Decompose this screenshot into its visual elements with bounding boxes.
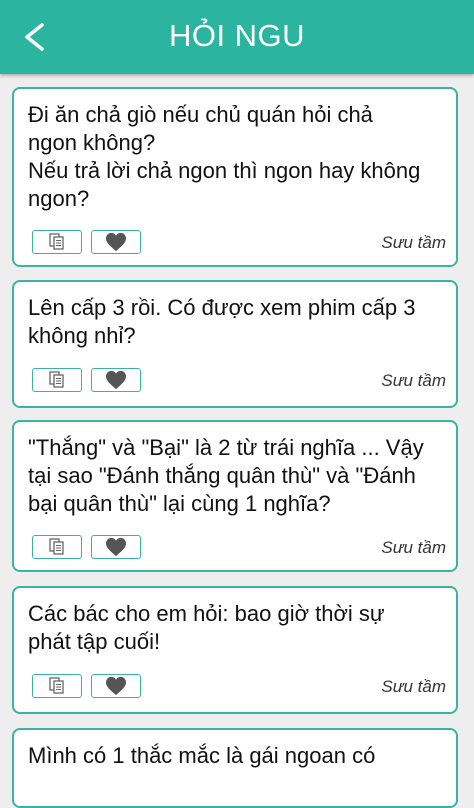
post-card: "Thắng" và "Bại" là 2 từ trái nghĩa ... … <box>12 420 458 572</box>
post-text: Mình có 1 thắc mắc là gái ngoan có <box>28 743 376 768</box>
post-source: Sưu tầm <box>381 233 446 252</box>
post-text: Đi ăn chả giò nếu chủ quán hỏi chả ngon … <box>28 102 421 211</box>
app-bar: HỎI NGU <box>0 0 474 74</box>
post-source: Sưu tầm <box>381 371 446 390</box>
copy-button[interactable] <box>32 230 82 254</box>
like-button[interactable] <box>91 674 141 698</box>
post-card: Các bác cho em hỏi: bao giờ thời sự phát… <box>12 586 458 714</box>
copy-icon <box>49 371 64 388</box>
heart-icon <box>106 676 126 696</box>
copy-icon <box>49 233 64 250</box>
heart-icon <box>106 370 126 390</box>
page-title: HỎI NGU <box>168 18 306 53</box>
heart-icon <box>106 232 126 252</box>
post-source: Sưu tầm <box>381 538 446 557</box>
post-text: Lên cấp 3 rồi. Có được xem phim cấp 3 kh… <box>28 295 416 348</box>
copy-icon <box>49 677 64 694</box>
post-text: "Thắng" và "Bại" là 2 từ trái nghĩa ... … <box>28 435 424 516</box>
copy-button[interactable] <box>32 535 82 559</box>
like-button[interactable] <box>91 368 141 392</box>
copy-icon <box>49 538 64 555</box>
post-card: Mình có 1 thắc mắc là gái ngoan có <box>12 728 458 808</box>
heart-icon <box>106 537 126 557</box>
post-card: Lên cấp 3 rồi. Có được xem phim cấp 3 kh… <box>12 280 458 408</box>
like-button[interactable] <box>91 535 141 559</box>
post-card: Đi ăn chả giò nếu chủ quán hỏi chả ngon … <box>12 87 458 267</box>
like-button[interactable] <box>91 230 141 254</box>
copy-button[interactable] <box>32 368 82 392</box>
post-source: Sưu tầm <box>381 677 446 696</box>
copy-button[interactable] <box>32 674 82 698</box>
post-text: Các bác cho em hỏi: bao giờ thời sự phát… <box>28 601 385 654</box>
